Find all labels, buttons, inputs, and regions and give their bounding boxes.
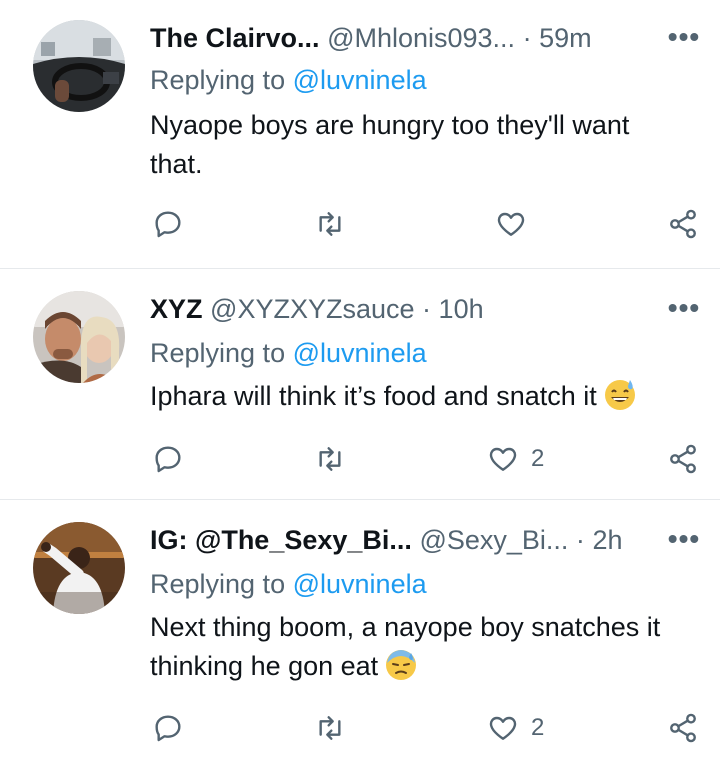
separator-dot: · <box>522 23 532 53</box>
tweet-text-body: Iphara will think it’s food and snatch i… <box>150 381 597 411</box>
separator-dot: · <box>422 294 432 324</box>
timestamp[interactable]: 10h <box>439 294 484 324</box>
action-bar: 2 <box>0 708 720 748</box>
avatar[interactable] <box>33 522 125 614</box>
tweet-header: IG: @The_Sexy_Bi... @Sexy_Bi... · 2h <box>150 522 650 558</box>
share-icon <box>670 444 696 474</box>
user-handle[interactable]: @Mhlonis093... <box>327 23 515 53</box>
replying-to: Replying to @luvninela <box>150 566 427 602</box>
retweet-button[interactable] <box>314 708 346 748</box>
man-pointing-avatar <box>33 522 125 614</box>
reply-button[interactable] <box>152 204 184 244</box>
like-icon <box>497 212 525 236</box>
action-bar <box>0 204 720 244</box>
avatar[interactable] <box>33 291 125 383</box>
reply-button[interactable] <box>152 708 184 748</box>
like-button[interactable]: 2 <box>487 708 544 748</box>
mention-link[interactable]: @luvninela <box>293 569 427 599</box>
retweet-icon <box>319 716 341 740</box>
share-icon <box>670 713 696 743</box>
tweet[interactable]: XYZ @XYZXYZsauce · 10h ••• Replying to @… <box>0 269 720 499</box>
like-icon <box>489 716 517 740</box>
reply-feed: The Clairvo... @Mhlonis093... · 59m ••• … <box>0 0 720 768</box>
mention-link[interactable]: @luvninela <box>293 65 427 95</box>
avatar[interactable] <box>33 20 125 112</box>
sweat-smile-emoji <box>603 377 637 411</box>
tweet-text: Iphara will think it’s food and snatch i… <box>150 377 700 416</box>
user-handle[interactable]: @Sexy_Bi... <box>419 525 568 555</box>
tweet-text: Nyaope boys are hungry too they'll want … <box>150 110 630 179</box>
more-options-icon[interactable]: ••• <box>664 293 704 329</box>
tweet-text: Next thing boom, a nayope boy snatches i… <box>150 608 700 686</box>
share-icon <box>670 209 696 239</box>
more-options-icon[interactable]: ••• <box>664 524 704 560</box>
like-button[interactable]: 2 <box>487 439 544 479</box>
retweet-button[interactable] <box>314 204 346 244</box>
share-button[interactable] <box>667 708 699 748</box>
replying-to: Replying to @luvninela <box>150 335 427 371</box>
retweet-button[interactable] <box>314 439 346 479</box>
tweet-header: The Clairvo... @Mhlonis093... · 59m <box>150 20 650 56</box>
tweet-header: XYZ @XYZXYZsauce · 10h <box>150 291 650 327</box>
more-options-icon[interactable]: ••• <box>664 22 704 58</box>
reply-icon <box>155 715 181 742</box>
display-name[interactable]: The Clairvo... <box>150 23 320 53</box>
downcast-sweat-emoji <box>384 647 418 681</box>
car-dashboard-avatar <box>33 20 125 112</box>
like-button[interactable] <box>495 204 539 244</box>
tweet[interactable]: The Clairvo... @Mhlonis093... · 59m ••• … <box>0 0 720 268</box>
replying-prefix: Replying to <box>150 569 286 599</box>
user-handle[interactable]: @XYZXYZsauce <box>210 294 414 324</box>
separator-dot: · <box>575 525 585 555</box>
retweet-icon <box>319 212 341 236</box>
two-people-avatar <box>33 291 125 383</box>
timestamp[interactable]: 59m <box>539 23 592 53</box>
like-icon <box>489 447 517 471</box>
replying-prefix: Replying to <box>150 65 286 95</box>
reply-icon <box>155 446 181 473</box>
display-name[interactable]: XYZ <box>150 294 203 324</box>
like-count: 2 <box>531 714 545 741</box>
display-name[interactable]: IG: @The_Sexy_Bi... <box>150 525 412 555</box>
timestamp[interactable]: 2h <box>592 525 622 555</box>
reply-icon <box>155 211 181 238</box>
share-button[interactable] <box>667 439 699 479</box>
reply-button[interactable] <box>152 439 184 479</box>
replying-prefix: Replying to <box>150 338 286 368</box>
mention-link[interactable]: @luvninela <box>293 338 427 368</box>
action-bar: 2 <box>0 439 720 479</box>
like-count: 2 <box>531 445 545 472</box>
retweet-icon <box>319 447 341 471</box>
replying-to: Replying to @luvninela <box>150 62 427 98</box>
share-button[interactable] <box>667 204 699 244</box>
tweet[interactable]: IG: @The_Sexy_Bi... @Sexy_Bi... · 2h •••… <box>0 500 720 768</box>
